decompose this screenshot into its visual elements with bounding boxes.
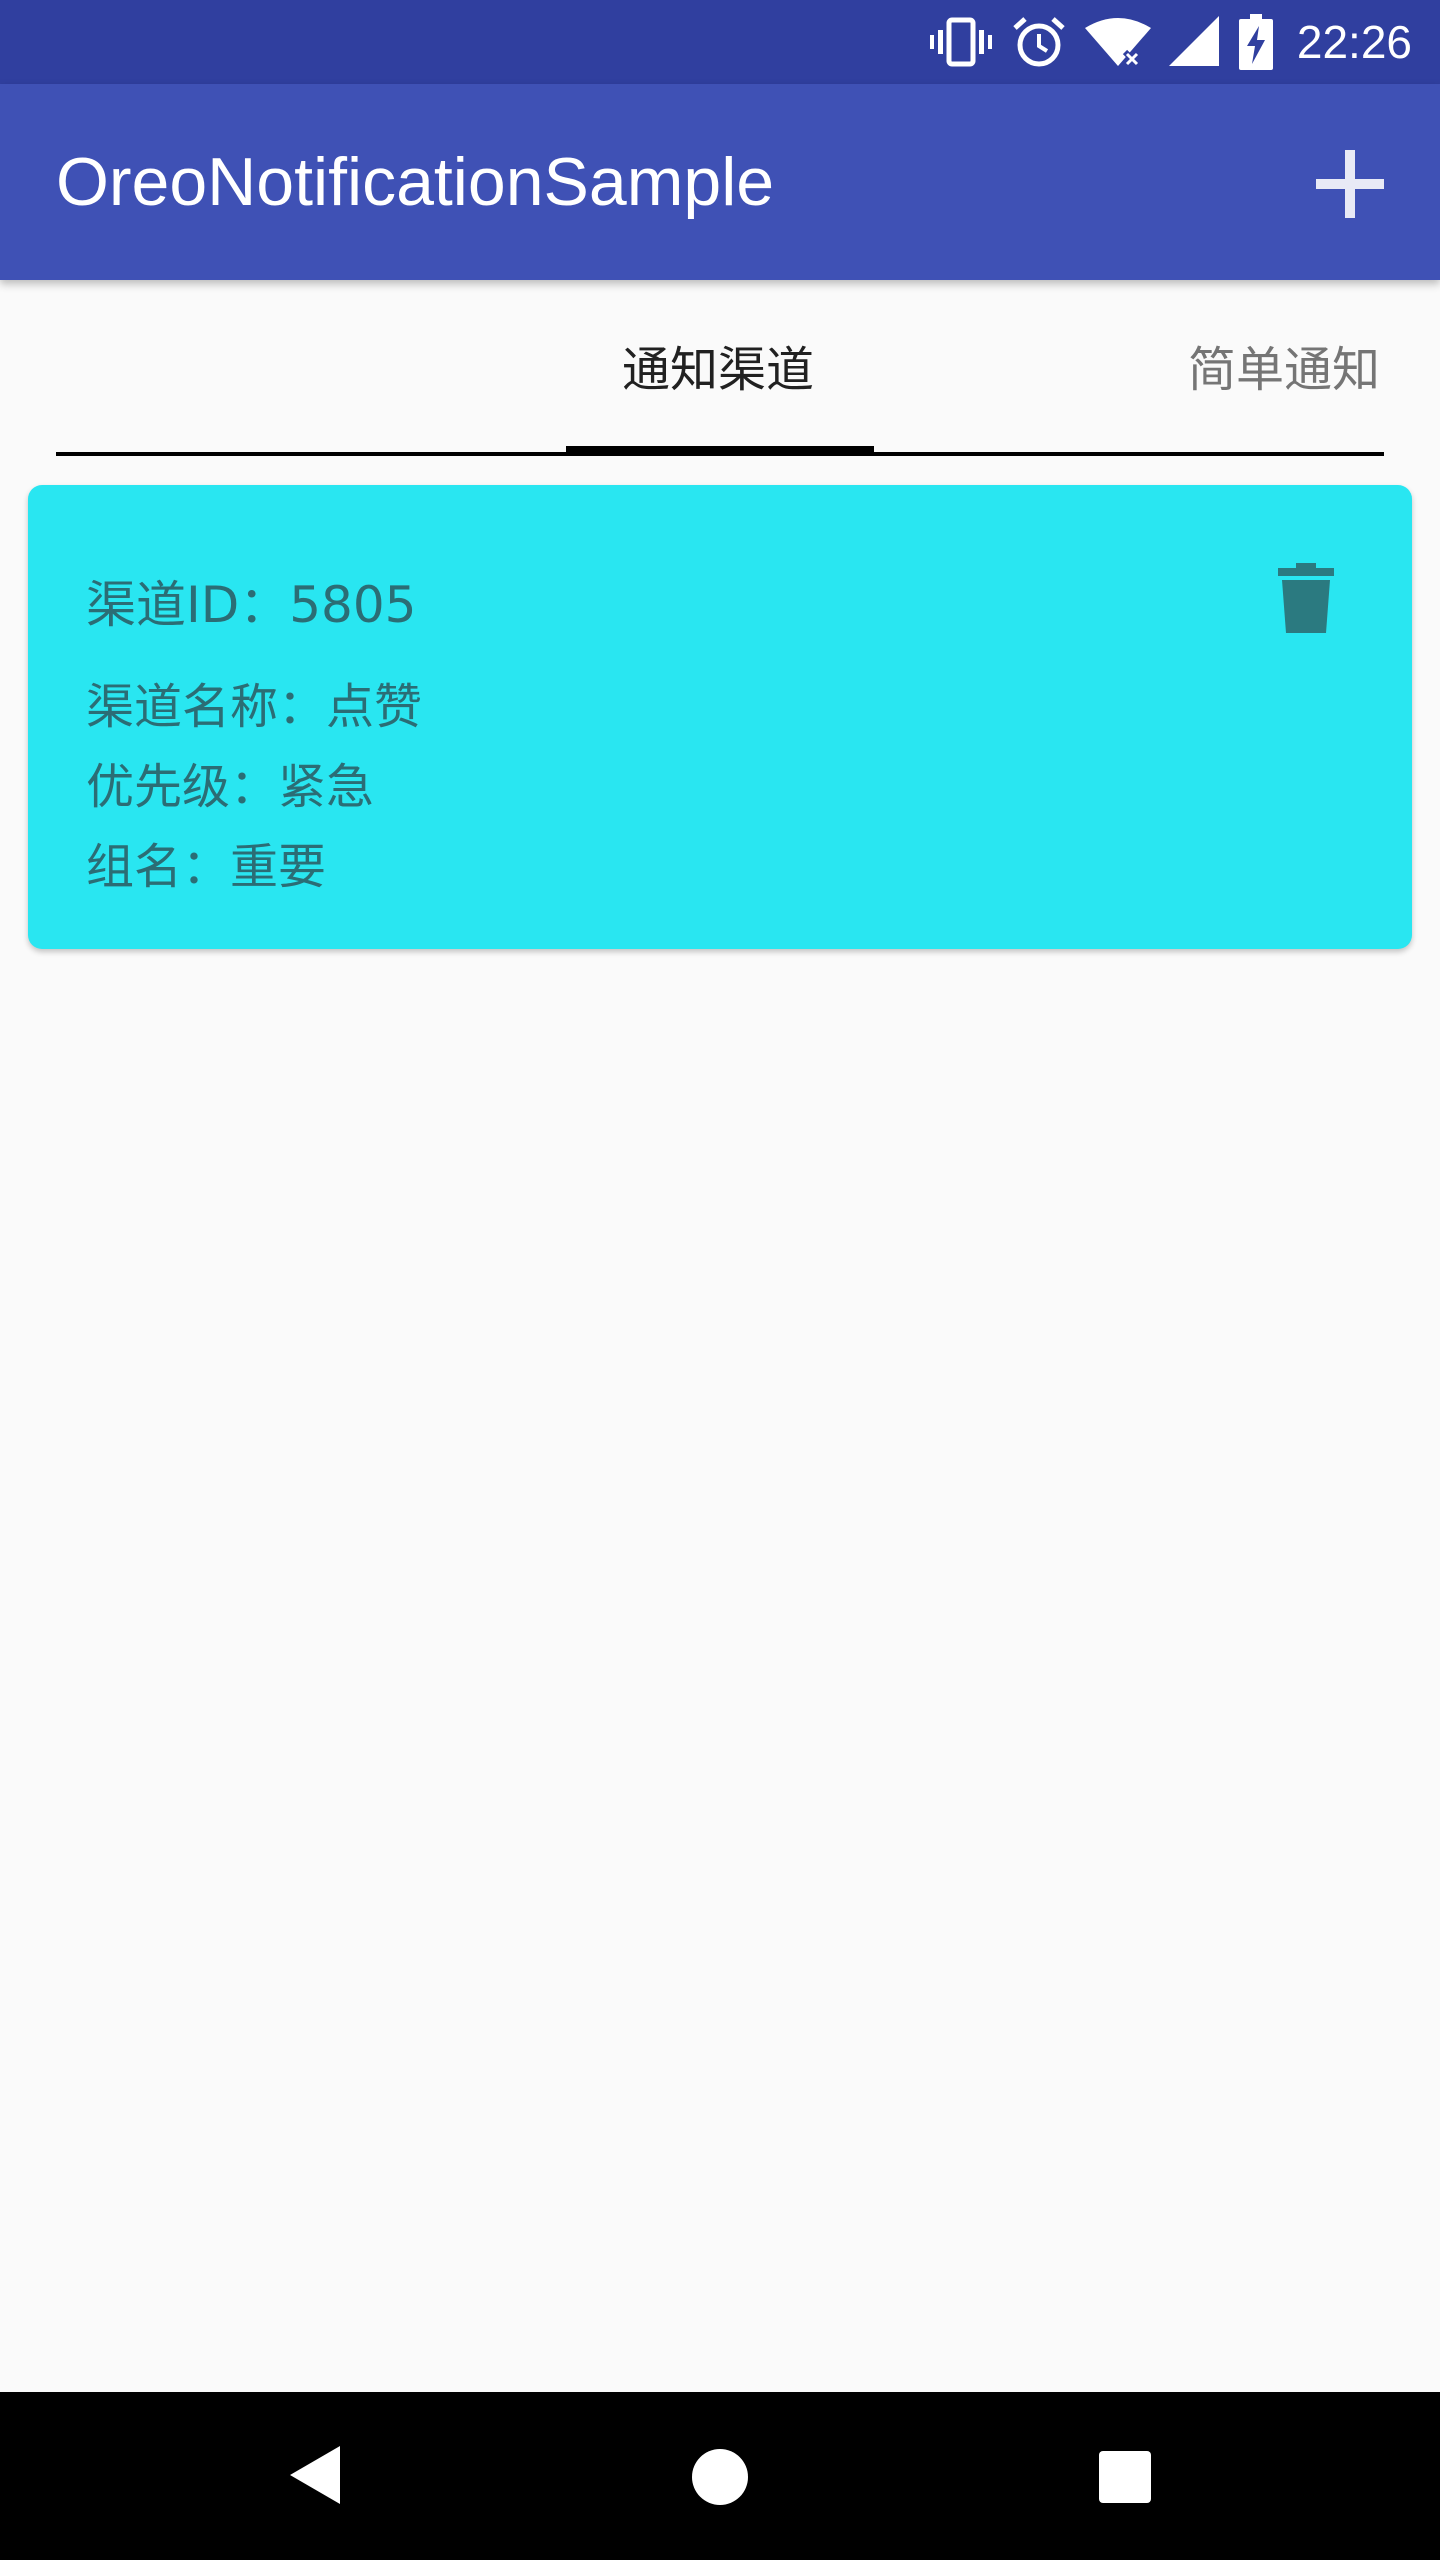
vibrate-icon [929,14,993,70]
delete-icon [1278,563,1334,633]
recents-icon [1099,2451,1151,2503]
recents-button[interactable] [1098,2450,1152,2508]
status-icons: 22:26 [929,0,1412,84]
delete-button[interactable] [1276,563,1336,633]
tab-simple-notification[interactable]: 简单通知 [1188,330,1380,400]
battery-charging-icon [1238,14,1273,70]
signal-icon [1168,14,1221,70]
status-time: 22:26 [1296,16,1412,68]
home-button[interactable] [691,2448,749,2510]
channel-name: 渠道名称：点赞 [86,679,423,735]
tab-indicator [566,446,874,456]
channel-card[interactable]: 渠道ID：5805 渠道名称：点赞 优先级：紧急 组名：重要 [28,485,1412,949]
tab-bar: 通知渠道 简单通知 [56,290,1384,458]
app-title: OreoNotificationSample [56,144,775,220]
add-icon [1316,150,1384,218]
status-bar: 22:26 [0,0,1440,84]
alarm-icon [1011,14,1067,70]
channel-group: 组名：重要 [86,839,327,895]
wifi-icon [1084,14,1151,70]
channel-id: 渠道ID：5805 [86,576,417,634]
app-bar: OreoNotificationSample [0,84,1440,280]
back-icon [290,2446,340,2504]
channel-priority: 优先级：紧急 [86,759,375,815]
navigation-bar [0,2392,1440,2560]
back-button[interactable] [288,2444,344,2510]
add-button[interactable] [1312,146,1388,222]
tab-notification-channels[interactable]: 通知渠道 [622,330,814,400]
home-icon [692,2449,748,2505]
